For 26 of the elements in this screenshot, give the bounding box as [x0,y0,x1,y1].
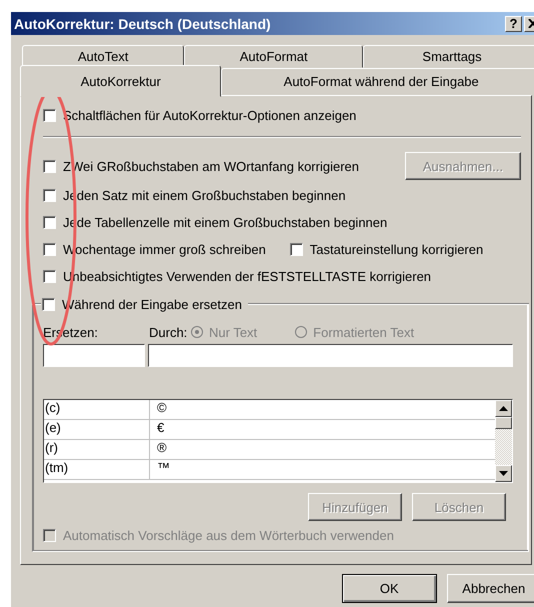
list-cell[interactable]: (c) [44,400,150,419]
radio-label: Nur Text [209,324,258,340]
list-cell[interactable]: ® [150,440,167,459]
ok-button[interactable]: OK [342,574,436,603]
checkbox-label: Schaltflächen für AutoKorrektur-Optionen anzeigen [63,108,356,123]
radio-label: Formatierten Text [313,324,414,340]
tab[interactable]: AutoKorrektur [20,65,222,97]
checkbox-label: Unbeabsichtigtes Verwenden der fESTSTELLTASTE korrigieren [63,269,432,284]
with-label: Durch: [149,324,188,340]
list-cell[interactable]: € [150,420,164,439]
help-button[interactable]: ? [505,16,522,32]
tab[interactable]: Smarttags [363,45,534,68]
window-title: AutoKorrektur: Deutsch (Deutschland) [14,16,272,32]
replace-label: Ersetzen: [43,324,99,340]
list-cell[interactable]: (r) [44,440,150,459]
checkbox-label: Während der Eingabe ersetzen [62,296,242,312]
list-cell[interactable]: ™ [150,460,170,479]
cancel-button[interactable]: Abbrechen [446,574,534,603]
list-cell[interactable]: (tm) [44,460,150,479]
checkbox-label: Wochentage immer groß schreiben [63,242,266,257]
tab[interactable]: AutoFormat während der Eingabe [221,68,534,95]
checkbox-label: Automatisch Vorschläge aus dem Wörterbuch verwenden [63,528,394,543]
list-cell[interactable]: © [150,400,167,419]
list-cell[interactable]: (e) [44,420,150,439]
checkbox-label: Tastatureinstellung korrigieren [310,242,484,257]
tab[interactable]: AutoFormat [184,45,364,68]
